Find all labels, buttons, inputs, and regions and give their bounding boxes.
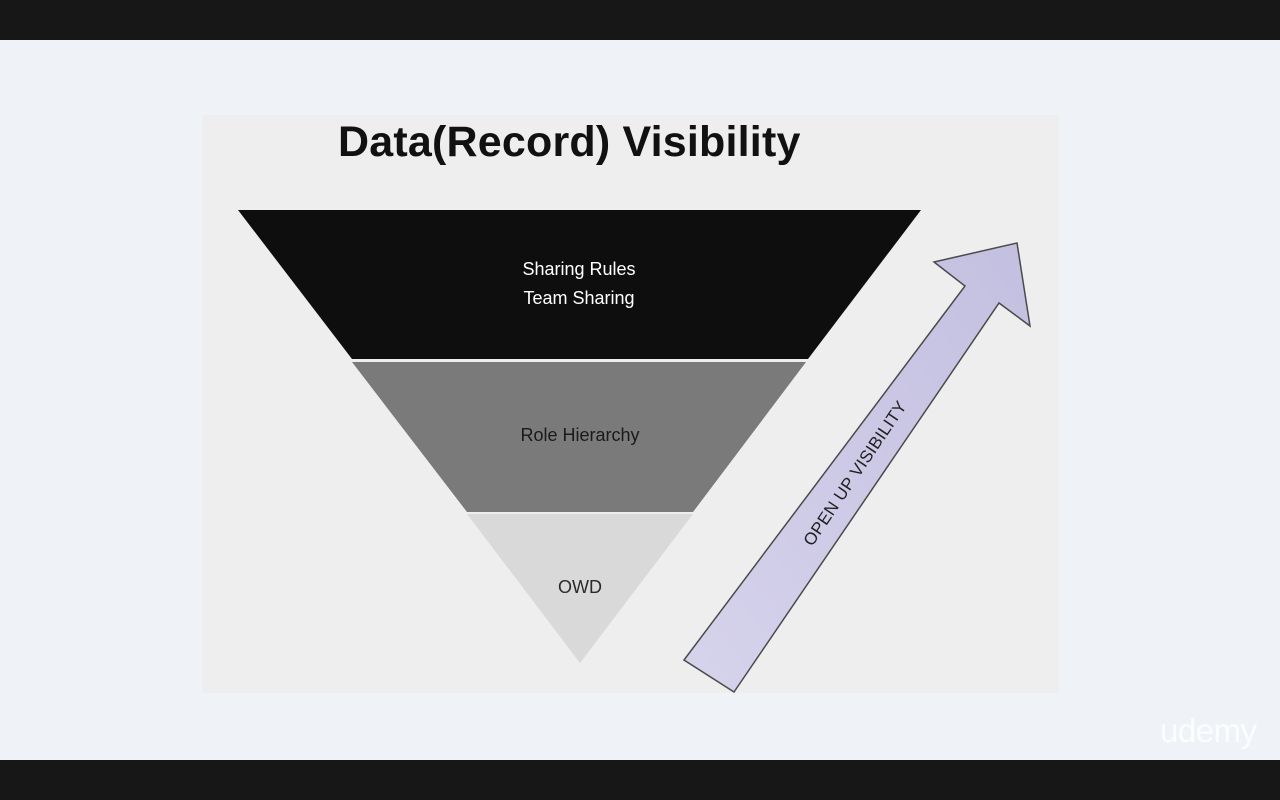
visibility-diagram: Sharing Rules Team Sharing Role Hierarch…	[238, 210, 1032, 694]
role-hierarchy-label: Role Hierarchy	[520, 425, 639, 445]
letterbox-bottom	[0, 760, 1280, 800]
udemy-watermark: udemy	[1160, 712, 1257, 749]
arrow-label: OPEN UP VISIBILITY	[800, 397, 911, 549]
sharing-rules-label: Sharing Rules	[522, 259, 635, 279]
owd-label: OWD	[558, 577, 602, 597]
team-sharing-label: Team Sharing	[523, 288, 634, 308]
pyramid-top-layer	[238, 210, 921, 359]
